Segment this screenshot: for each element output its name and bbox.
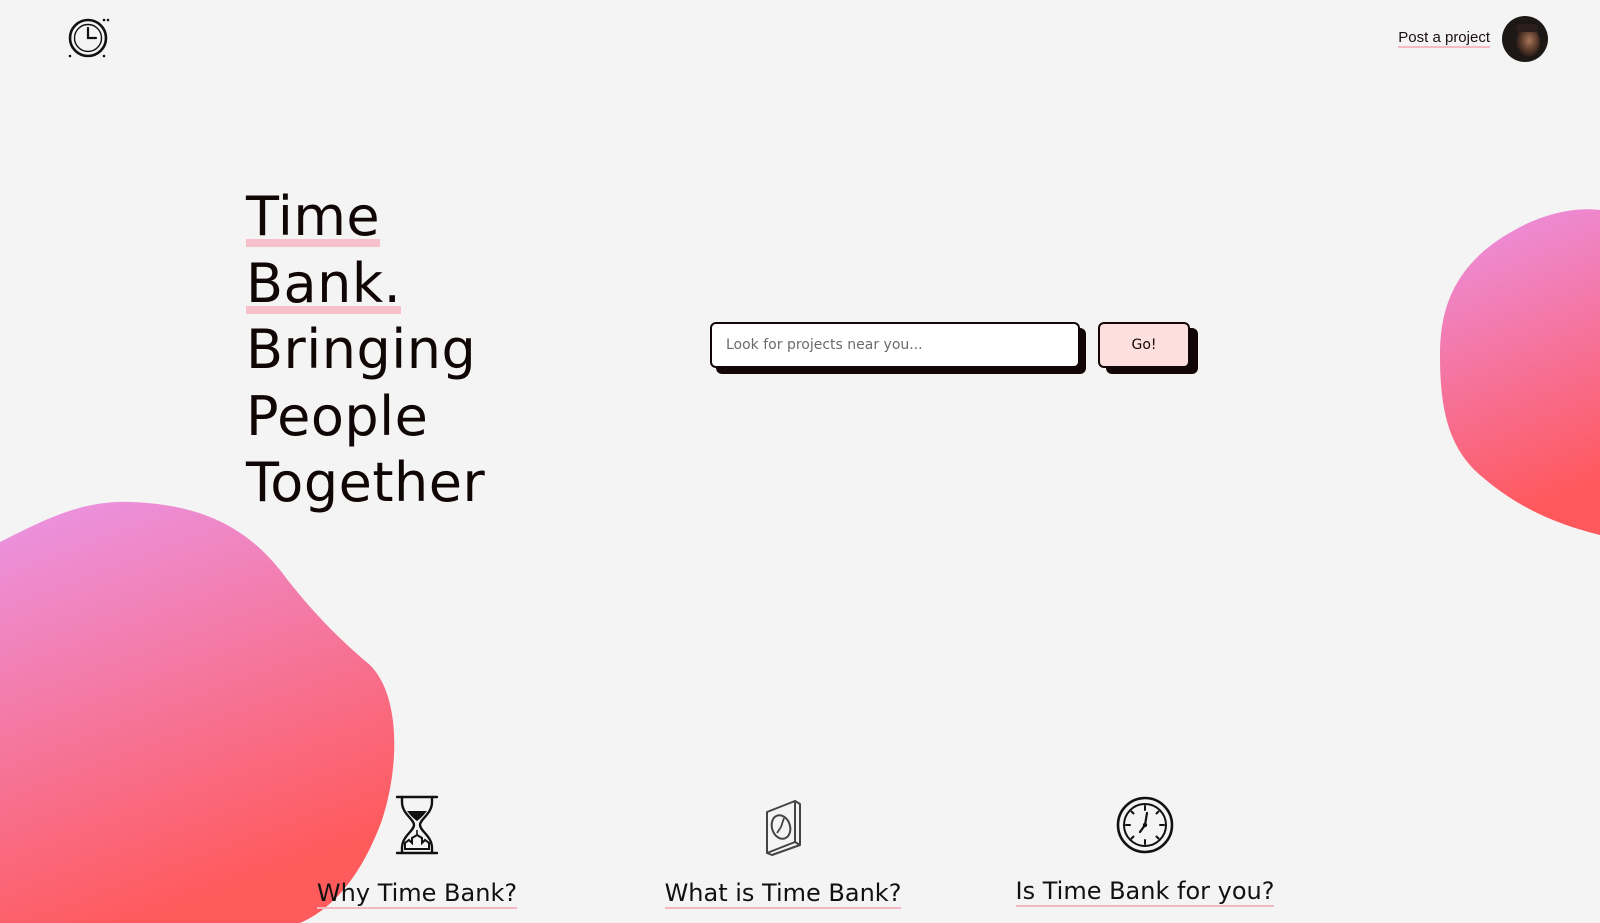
search-container (710, 322, 1086, 374)
wall-clock-icon (766, 800, 801, 856)
feature-title-why[interactable]: Why Time Bank? (316, 880, 518, 909)
decorative-blob-right (1440, 209, 1600, 535)
search-input[interactable] (710, 322, 1080, 368)
hourglass-icon (395, 795, 439, 855)
top-nav: Post a project (1398, 16, 1548, 62)
feature-title-for-you[interactable]: Is Time Bank for you? (1015, 878, 1275, 907)
hero-line-bringing: Bringing (246, 318, 477, 381)
feature-for-you[interactable]: Is Time Bank for you? (1012, 796, 1278, 907)
hero-line-time: Time (246, 185, 381, 248)
clock-icon[interactable] (64, 14, 112, 62)
post-project-link[interactable]: Post a project (1398, 30, 1490, 48)
clock-icon (1116, 796, 1174, 854)
avatar[interactable] (1502, 16, 1548, 62)
hero-line-together: Together (246, 451, 486, 514)
go-container: Go! (1098, 322, 1198, 374)
feature-title-what[interactable]: What is Time Bank? (664, 880, 902, 909)
feature-what[interactable]: What is Time Bank? (658, 798, 908, 909)
hero-heading: Time Bank. Bringing People Together (246, 184, 485, 517)
hero-line-people: People (246, 384, 429, 448)
feature-why[interactable]: Why Time Bank? (312, 794, 522, 909)
go-button[interactable]: Go! (1098, 322, 1190, 368)
hero-line-bank: Bank. (246, 251, 402, 315)
